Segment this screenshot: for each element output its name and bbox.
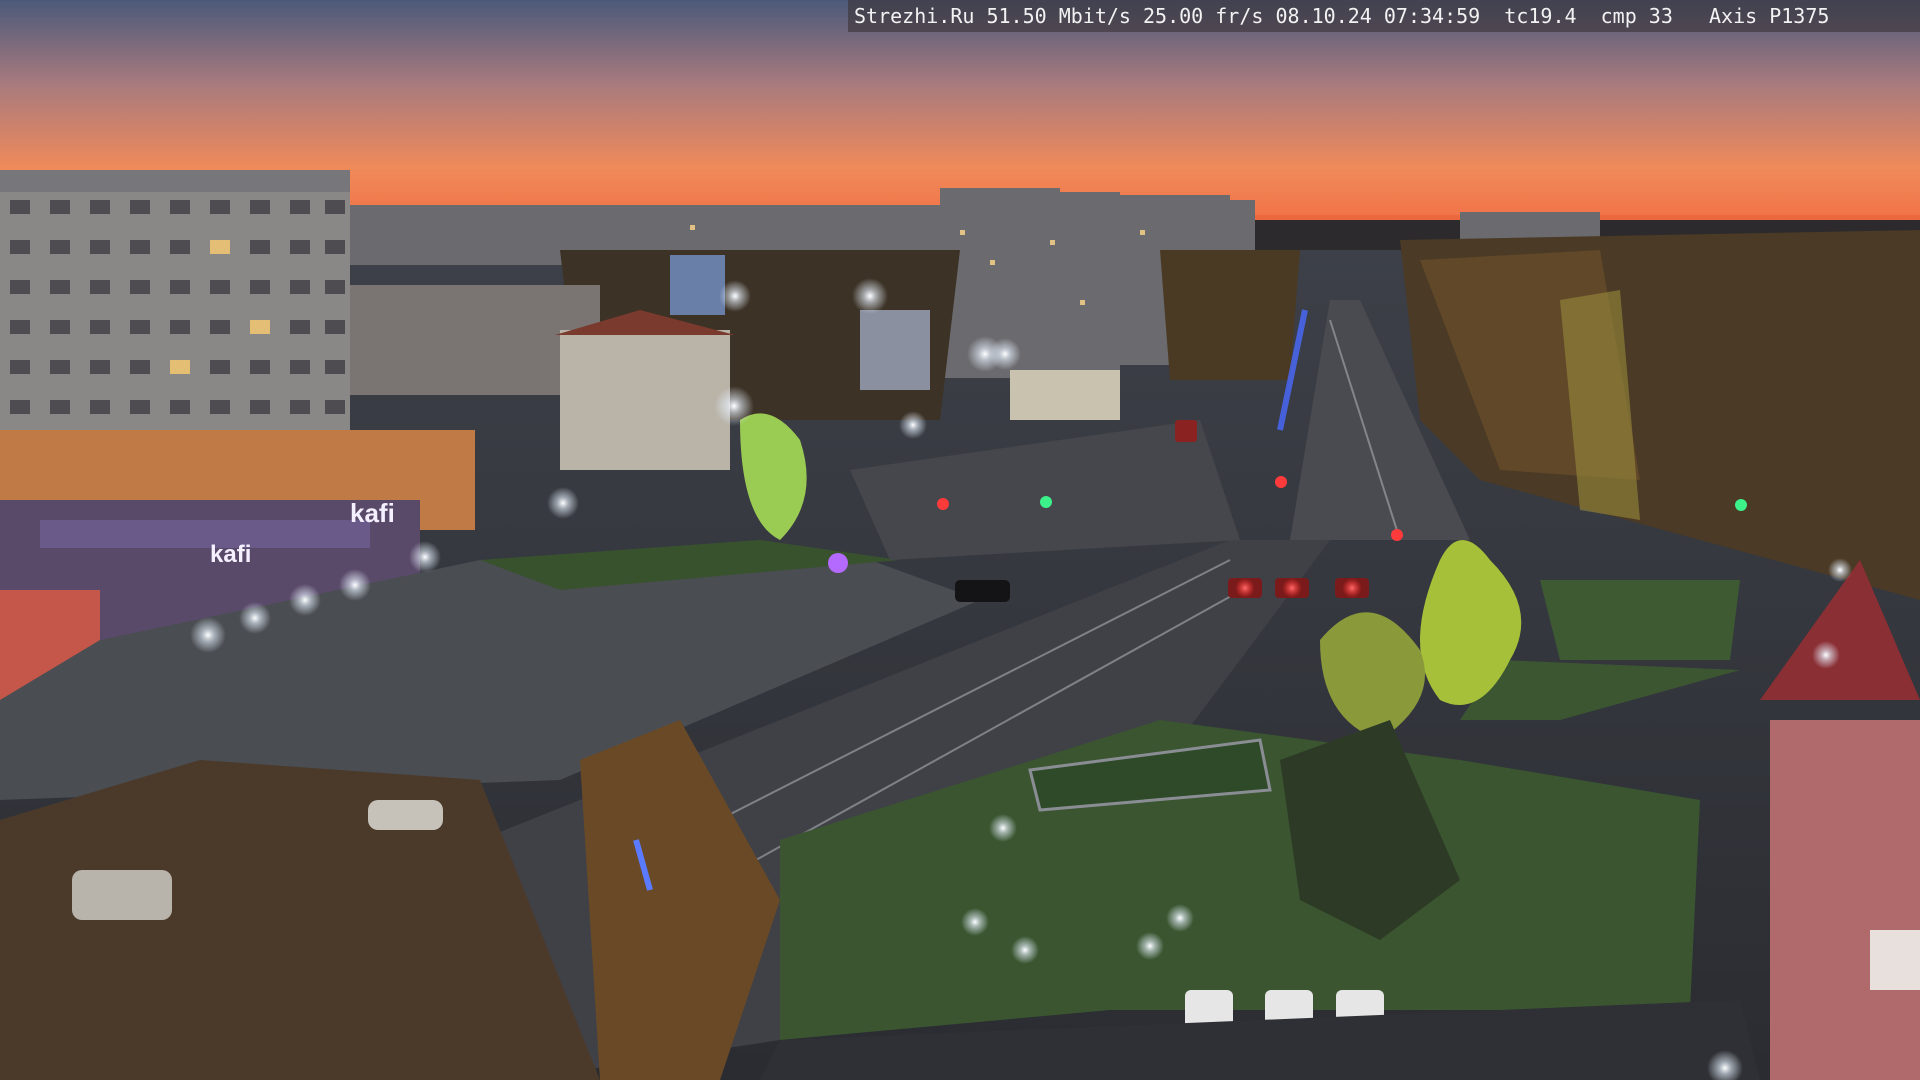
overlay-source: Strezhi.Ru — [854, 4, 975, 28]
store-sign-secondary: kafi — [210, 541, 251, 568]
overlay-framerate: 25.00 fr/s — [1143, 4, 1264, 28]
overlay-bitrate: 51.50 Mbit/s — [986, 4, 1131, 28]
overlay-time: 07:34:59 — [1383, 4, 1481, 28]
overlay-cmp: cmp 33 — [1600, 4, 1673, 28]
camera-info-overlay: Strezhi.Ru 51.50 Mbit/s 25.00 fr/s 08.10… — [848, 0, 1920, 32]
webcam-scene: kafi kafi — [0, 0, 1920, 1080]
overlay-tc: tc19.4 — [1504, 4, 1577, 28]
overlay-camera: Axis P1375 — [1709, 4, 1830, 28]
right-lawn — [1540, 580, 1740, 660]
overlay-date: 08.10.24 — [1275, 4, 1372, 28]
store-sign: kafi — [350, 498, 395, 528]
